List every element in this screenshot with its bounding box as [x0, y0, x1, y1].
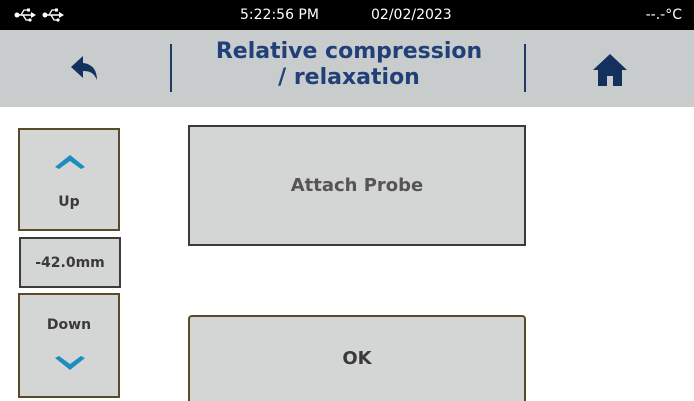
page-title-line-1: Relative compression	[215, 39, 483, 64]
status-date: 02/02/2023	[371, 7, 452, 23]
usb-icon	[42, 8, 64, 22]
up-button[interactable]: Up	[18, 128, 120, 231]
usb-icon	[14, 8, 36, 22]
usb-status	[14, 8, 64, 22]
status-temperature: --.-°C	[645, 7, 682, 23]
header-divider	[170, 44, 172, 92]
page-title: Relative compression / relaxation	[176, 39, 522, 91]
header-divider	[524, 44, 526, 92]
status-time: 5:22:56 PM	[240, 7, 319, 23]
status-bar: 5:22:56 PM 02/02/2023 --.-°C	[0, 0, 694, 30]
home-icon	[593, 54, 627, 86]
header: Relative compression / relaxation	[0, 30, 694, 107]
home-button[interactable]	[584, 48, 636, 92]
chevron-down-icon	[55, 356, 85, 370]
down-button-label: Down	[46, 317, 92, 333]
message-box: Attach Probe	[188, 125, 526, 246]
back-button[interactable]	[60, 50, 112, 90]
screen: 5:22:56 PM 02/02/2023 --.-°C Relative co…	[0, 0, 694, 401]
back-arrow-icon	[71, 56, 97, 80]
down-button[interactable]: Down	[18, 293, 120, 398]
page-title-line-2: / relaxation	[278, 65, 420, 90]
position-readout: -42.0mm	[19, 237, 121, 288]
chevron-up-icon	[55, 155, 85, 169]
up-button-label: Up	[58, 194, 80, 210]
ok-button[interactable]: OK	[188, 315, 526, 401]
